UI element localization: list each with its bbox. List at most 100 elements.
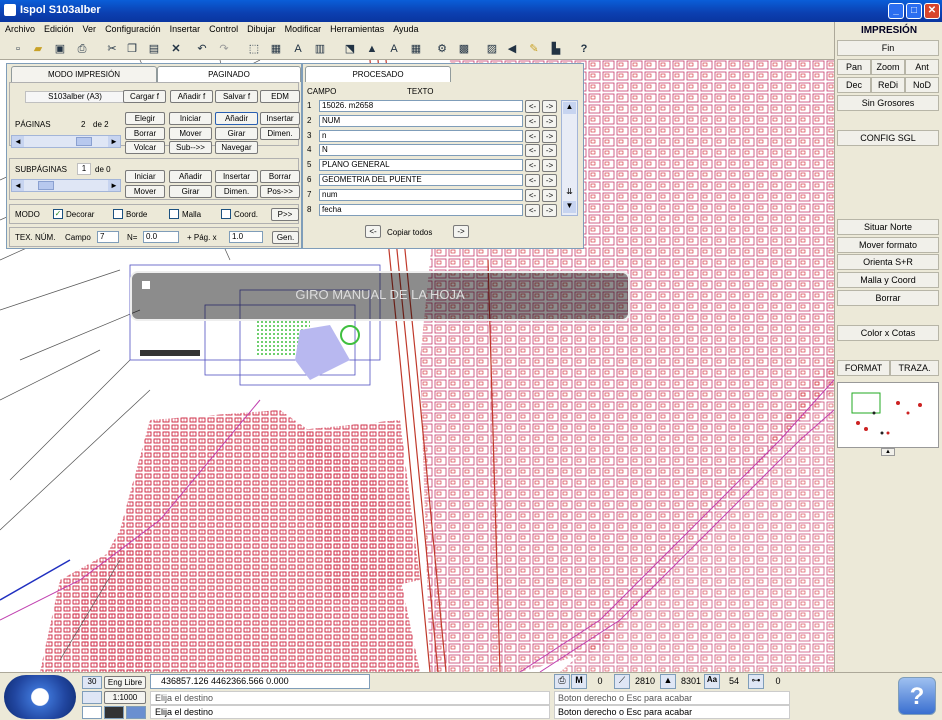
row-next-button[interactable]: ->: [542, 174, 557, 187]
menu-insertar[interactable]: Insertar: [165, 22, 205, 34]
triangle-icon[interactable]: ▲: [660, 674, 676, 689]
scroll-up-icon[interactable]: ▲: [563, 102, 576, 114]
sub-slider-thumb[interactable]: [38, 181, 54, 190]
modo-next-button[interactable]: P>>: [271, 208, 299, 221]
sub-insertar-button[interactable]: Insertar: [215, 170, 258, 183]
gen-button[interactable]: Gen.: [272, 231, 299, 244]
pencil-icon[interactable]: ✎: [526, 41, 542, 57]
delete-icon[interactable]: ✕: [168, 41, 184, 57]
malla-coord-button[interactable]: Malla y Coord: [837, 272, 939, 288]
row-next-button[interactable]: ->: [542, 114, 557, 128]
sub-anadir-button[interactable]: Añadir: [169, 170, 212, 183]
tab-procesado[interactable]: PROCESADO: [305, 66, 451, 82]
scale-step-field[interactable]: 30: [82, 676, 102, 689]
borrar-right-button[interactable]: Borrar: [837, 290, 939, 306]
row-text-field[interactable]: PLANO GENERAL: [319, 159, 523, 172]
zoom-up-icon[interactable]: ▲: [364, 41, 380, 57]
row-prev-button[interactable]: <-: [525, 129, 540, 143]
menu-herramientas[interactable]: Herramientas: [325, 22, 388, 34]
image-icon[interactable]: ▦: [268, 41, 284, 57]
grid-icon[interactable]: ▦: [408, 41, 424, 57]
link-icon[interactable]: ⊶: [748, 674, 764, 689]
text-box-icon[interactable]: A: [386, 41, 402, 57]
layers-icon[interactable]: ▥: [312, 41, 328, 57]
minimap-toggle-icon[interactable]: ▲: [881, 448, 895, 456]
copy-icon[interactable]: ❐: [124, 41, 140, 57]
dark-page-icon[interactable]: [104, 706, 124, 719]
redo-icon[interactable]: ↷: [216, 41, 232, 57]
borrar-page-button[interactable]: Borrar: [125, 127, 165, 140]
copy-next-button[interactable]: ->: [453, 225, 469, 238]
paste-icon[interactable]: ▤: [146, 41, 162, 57]
format-button[interactable]: FORMAT: [837, 360, 890, 376]
mover-page-button[interactable]: Mover: [169, 127, 212, 140]
pag-field[interactable]: 1.0: [229, 231, 263, 243]
row-prev-button[interactable]: <-: [525, 114, 540, 128]
iniciar-button[interactable]: Iniciar: [169, 112, 212, 125]
sub-slider-right-icon[interactable]: ►: [108, 180, 120, 191]
sound-icon[interactable]: ◀: [504, 41, 520, 57]
insertar-page-button[interactable]: Insertar: [260, 112, 300, 125]
maximize-button[interactable]: □: [906, 3, 922, 19]
zoom-button[interactable]: Zoom: [871, 59, 905, 75]
row-next-button[interactable]: ->: [542, 100, 557, 113]
row-prev-button[interactable]: <-: [525, 174, 540, 187]
text-aa-icon[interactable]: A: [290, 41, 306, 57]
minimize-button[interactable]: _: [888, 3, 904, 19]
scale-icon[interactable]: [82, 691, 102, 704]
chart-icon[interactable]: ▙: [548, 41, 564, 57]
sub-mover-button[interactable]: Mover: [125, 185, 165, 198]
row-text-field[interactable]: fecha: [319, 203, 523, 216]
scroll-down-icon[interactable]: ▼: [563, 201, 576, 213]
sub-girar-button[interactable]: Girar: [169, 185, 212, 198]
girar-page-button[interactable]: Girar: [215, 127, 258, 140]
blank-page-icon[interactable]: [82, 706, 102, 719]
n-field[interactable]: 0.0: [143, 231, 179, 243]
row-text-field[interactable]: num: [319, 188, 523, 201]
line-angle-icon[interactable]: ⟋: [614, 674, 630, 689]
menu-ver[interactable]: Ver: [78, 22, 101, 34]
zoom-window-icon[interactable]: ⬔: [342, 41, 358, 57]
network-icon[interactable]: ⚙: [434, 41, 450, 57]
tab-paginado[interactable]: PAGINADO: [157, 66, 301, 82]
copy-prev-button[interactable]: <-: [365, 225, 381, 238]
edm-button[interactable]: EDM: [260, 90, 300, 103]
subpage-slider[interactable]: ◄ ►: [11, 179, 121, 192]
select-icon[interactable]: ⬚: [246, 41, 262, 57]
malla-checkbox[interactable]: [169, 209, 179, 219]
row-prev-button[interactable]: <-: [525, 188, 540, 202]
sub-slider-left-icon[interactable]: ◄: [12, 180, 24, 191]
print-icon[interactable]: ⎙: [74, 41, 90, 57]
row-text-field[interactable]: n: [319, 129, 523, 142]
text-size-icon[interactable]: Aa: [704, 674, 720, 689]
sub-borrar-button[interactable]: Borrar: [260, 170, 300, 183]
row-prev-button[interactable]: <-: [525, 100, 540, 113]
row-text-field[interactable]: 15026. m2658: [319, 100, 523, 112]
help-icon[interactable]: ?: [898, 677, 936, 715]
menu-dibujar[interactable]: Dibujar: [242, 22, 280, 34]
eng-libre-button[interactable]: Eng Libre: [104, 676, 146, 689]
overview-minimap[interactable]: [837, 382, 939, 448]
page-slider[interactable]: ◄ ►: [11, 135, 121, 148]
orienta-button[interactable]: Orienta S+R: [837, 254, 939, 270]
volcar-button[interactable]: Volcar: [125, 141, 165, 154]
pan-button[interactable]: Pan: [837, 59, 871, 75]
borde-checkbox[interactable]: [113, 209, 123, 219]
menu-configuracion[interactable]: Configuración: [100, 22, 165, 34]
open-folder-icon[interactable]: ▰: [30, 41, 46, 57]
row-text-field[interactable]: N: [319, 144, 523, 157]
row-next-button[interactable]: ->: [542, 144, 557, 158]
decorar-checkbox[interactable]: ✓: [53, 209, 63, 219]
nod-button[interactable]: NoD: [905, 77, 939, 93]
situar-norte-button[interactable]: Situar Norte: [837, 219, 939, 235]
row-next-button[interactable]: ->: [542, 188, 557, 202]
close-button[interactable]: ✕: [924, 3, 940, 19]
picture-icon[interactable]: ▨: [484, 41, 500, 57]
row-prev-button[interactable]: <-: [525, 203, 540, 217]
anadir-file-button[interactable]: Añadir f: [170, 90, 213, 103]
printer-icon[interactable]: ⎙: [554, 674, 570, 689]
help-pointer-icon[interactable]: ?: [576, 41, 592, 57]
menu-archivo[interactable]: Archivo: [0, 22, 39, 34]
copy-all-label[interactable]: Copiar todos: [387, 228, 432, 237]
sub-iniciar-button[interactable]: Iniciar: [125, 170, 165, 183]
